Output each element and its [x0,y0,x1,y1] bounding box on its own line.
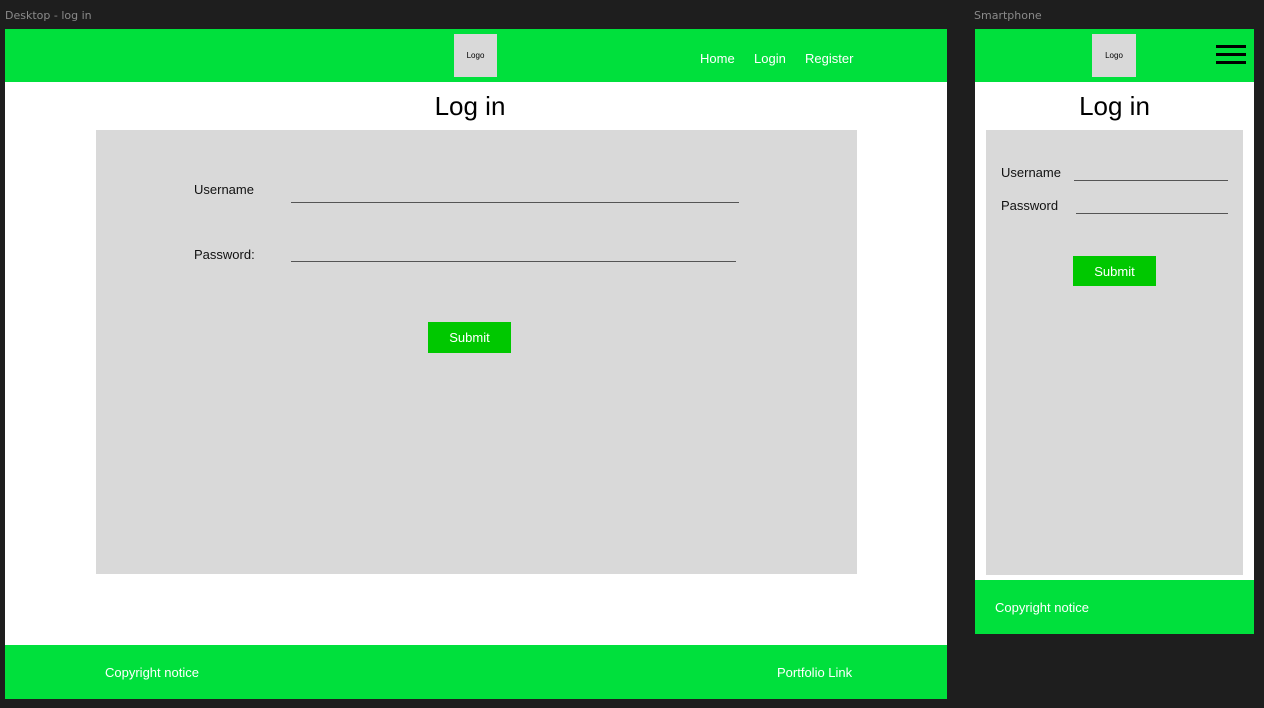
mobile-frame-label: Smartphone [974,9,1042,22]
nav-register-link[interactable]: Register [805,51,853,66]
desktop-frame: Logo Home Login Register Log in Username… [5,29,947,699]
mobile-username-label: Username [1001,165,1061,180]
desktop-page-title: Log in [434,91,506,121]
desktop-username-label: Username [194,182,254,197]
desktop-footer: Copyright notice Portfolio Link [5,645,947,699]
mobile-submit-button[interactable]: Submit [1073,256,1156,286]
mobile-password-input[interactable] [1076,213,1228,214]
nav-home-link[interactable]: Home [700,51,735,66]
desktop-username-input[interactable] [291,202,739,203]
portfolio-link[interactable]: Portfolio Link [777,665,852,680]
desktop-password-label: Password: [194,247,255,262]
mobile-page-title: Log in [1079,91,1150,121]
desktop-logo[interactable]: Logo [454,34,497,77]
mobile-copyright-notice: Copyright notice [995,600,1089,615]
desktop-frame-label: Desktop - log in [5,9,92,22]
hamburger-icon[interactable] [1216,45,1246,67]
mobile-username-input[interactable] [1074,180,1228,181]
desktop-login-panel: Username Password: Submit [96,130,857,574]
mobile-frame: Logo Log in Username Password Submit Cop… [975,29,1254,634]
desktop-copyright-notice: Copyright notice [105,665,199,680]
nav-login-link[interactable]: Login [754,51,786,66]
desktop-header: Logo Home Login Register [5,29,947,82]
mobile-password-label: Password [1001,198,1059,213]
mobile-header: Logo [975,29,1254,82]
mobile-logo[interactable]: Logo [1092,34,1136,77]
mobile-login-panel: Username Password Submit [986,130,1243,575]
mobile-footer: Copyright notice [975,580,1254,634]
desktop-submit-button[interactable]: Submit [428,322,511,353]
desktop-password-input[interactable] [291,261,736,262]
